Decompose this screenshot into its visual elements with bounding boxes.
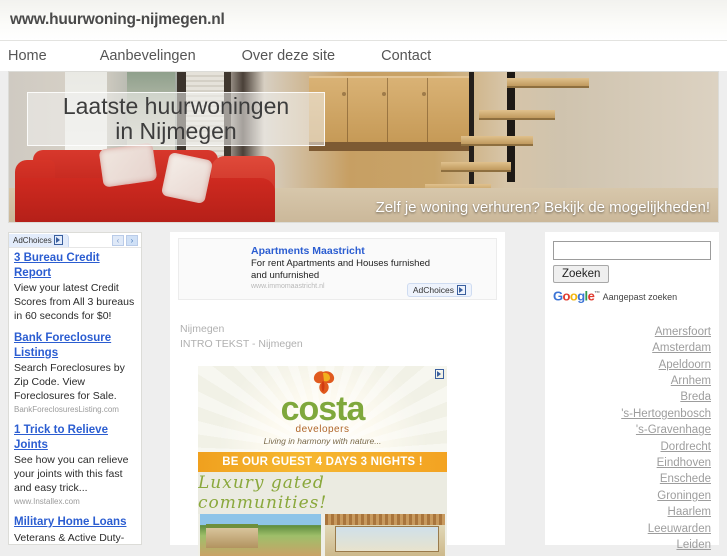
city-link-dordrecht[interactable]: Dordrecht: [545, 439, 712, 455]
custom-search-label: Aangepast zoeken: [602, 291, 678, 302]
city-link-leiden[interactable]: Leiden: [545, 537, 711, 553]
nav-item-home[interactable]: Home: [8, 48, 47, 64]
ad-next-button[interactable]: ›: [126, 234, 138, 246]
city-link-s-gravenhage[interactable]: 's-Gravenhage: [545, 422, 711, 438]
adchoices-label: AdChoices: [13, 235, 52, 245]
adchoices-icon: [457, 285, 466, 295]
city-link-amersfoort[interactable]: Amersfoort: [545, 324, 711, 340]
costa-brand-sub: developers: [295, 424, 350, 435]
hero-cta-text[interactable]: Zelf je woning verhuren? Bekijk de mogel…: [376, 199, 716, 216]
city-link-haarlem[interactable]: Haarlem: [545, 504, 711, 520]
intro-city: Nijmegen: [180, 323, 225, 335]
nav-item-contact[interactable]: Contact: [381, 48, 431, 64]
center-ad-desc-line2: and unfurnished: [251, 270, 320, 281]
ad-title[interactable]: 3 Bureau Credit Report: [14, 251, 136, 280]
center-top-ad[interactable]: Apartments Maastricht For rent Apartment…: [178, 238, 497, 300]
left-ad-sidebar: AdChoices ‹ › 3 Bureau Credit Report Vie…: [8, 232, 142, 545]
center-content: Apartments Maastricht For rent Apartment…: [170, 232, 505, 556]
page-root: www.huurwoning-nijmegen.nl Home Aanbevel…: [0, 0, 727, 556]
main-navigation: Home Aanbevelingen Over deze site Contac…: [0, 41, 727, 71]
costa-photo-interior: [324, 514, 445, 556]
adchoices-tab[interactable]: AdChoices: [9, 233, 69, 247]
ad-description: Search Foreclosures by Zip Code. View Fo…: [14, 362, 125, 402]
ad-item: Bank Foreclosure Listings Search Foreclo…: [14, 331, 136, 415]
ad-title[interactable]: Military Home Loans: [14, 515, 136, 530]
intro-text: INTRO TEKST - Nijmegen: [180, 338, 303, 350]
ad-prev-button[interactable]: ‹: [112, 234, 124, 246]
costa-photo-house: [200, 514, 321, 556]
search-input[interactable]: [553, 240, 711, 260]
adchoices-bar: AdChoices ‹ ›: [9, 233, 141, 248]
ad-description: View your latest Credit Scores from All …: [14, 282, 135, 322]
city-link-groningen[interactable]: Groningen: [545, 488, 711, 504]
nav-item-over-deze-site[interactable]: Over deze site: [242, 48, 336, 64]
adchoices-icon[interactable]: [435, 369, 444, 379]
ad-title[interactable]: Bank Foreclosure Listings: [14, 331, 136, 360]
center-ad-desc-line1: For rent Apartments and Houses furnished: [251, 258, 431, 269]
intro-section: Nijmegen INTRO TEKST - Nijmegen: [170, 300, 505, 352]
content-columns: AdChoices ‹ › 3 Bureau Credit Report Vie…: [0, 232, 727, 556]
ad-item: 3 Bureau Credit Report View your latest …: [14, 251, 136, 323]
costa-tagline: Living in harmony with nature...: [263, 436, 382, 446]
city-link-arnhem[interactable]: Arnhem: [545, 373, 711, 389]
costa-photos: [198, 514, 447, 556]
city-link-breda[interactable]: Breda: [545, 389, 711, 405]
ad-title[interactable]: 1 Trick to Relieve Joints: [14, 423, 136, 452]
city-link-leeuwarden[interactable]: Leeuwarden: [545, 521, 711, 537]
ad-url[interactable]: BankForeclosuresListing.com: [14, 404, 136, 415]
city-link-enschede[interactable]: Enschede: [545, 471, 711, 487]
site-header: www.huurwoning-nijmegen.nl: [0, 0, 727, 41]
ad-list: 3 Bureau Credit Report View your latest …: [9, 248, 141, 545]
ad-item: 1 Trick to Relieve Joints See how you ca…: [14, 423, 136, 507]
search-section: Zoeken Google™ Aangepast zoeken: [545, 232, 719, 302]
google-logo: Google™: [553, 287, 600, 303]
costa-headline: Luxury gated communities!: [198, 473, 328, 513]
city-link-s-hertogenbosch[interactable]: 's-Hertogenbosch: [545, 406, 711, 422]
hero-banner[interactable]: Laatste huurwoningen in Nijmegen Zelf je…: [8, 71, 719, 223]
ad-description: See how you can relieve your joints with…: [14, 454, 129, 494]
costa-offer: BE OUR GUEST 4 DAYS 3 NIGHTS !: [222, 456, 423, 468]
center-ad-title[interactable]: Apartments Maastricht: [251, 245, 451, 258]
center-adchoices-label: AdChoices: [412, 285, 454, 295]
ad-url[interactable]: www.Installex.com: [14, 496, 136, 507]
city-link-amsterdam[interactable]: Amsterdam: [545, 340, 711, 356]
search-button[interactable]: Zoeken: [553, 264, 610, 283]
right-sidebar: Zoeken Google™ Aangepast zoeken Amersfoo…: [545, 232, 719, 551]
city-link-apeldoorn[interactable]: Apeldoorn: [545, 357, 711, 373]
costa-brand: costa: [280, 390, 366, 428]
hero-heading-line2: in Nijmegen: [115, 118, 237, 144]
adchoices-icon: [53, 235, 63, 245]
city-links-list: Amersfoort Amsterdam Apeldoorn Arnhem Br…: [545, 302, 719, 554]
ad-description: Veterans & Active Duty-: [14, 531, 125, 544]
center-adchoices-badge[interactable]: AdChoices: [406, 283, 472, 297]
hero-heading-box: Laatste huurwoningen in Nijmegen: [27, 92, 325, 146]
costa-banner-ad[interactable]: costa developers Living in harmony with …: [198, 366, 447, 556]
google-custom-search-branding: Google™ Aangepast zoeken: [553, 288, 711, 302]
hero-heading-line1: Laatste huurwoningen: [62, 93, 290, 119]
nav-item-aanbevelingen[interactable]: Aanbevelingen: [100, 48, 196, 64]
site-title: www.huurwoning-nijmegen.nl: [10, 11, 225, 28]
ad-item: Military Home Loans Veterans & Active Du…: [14, 515, 136, 545]
city-link-eindhoven[interactable]: Eindhoven: [545, 455, 711, 471]
